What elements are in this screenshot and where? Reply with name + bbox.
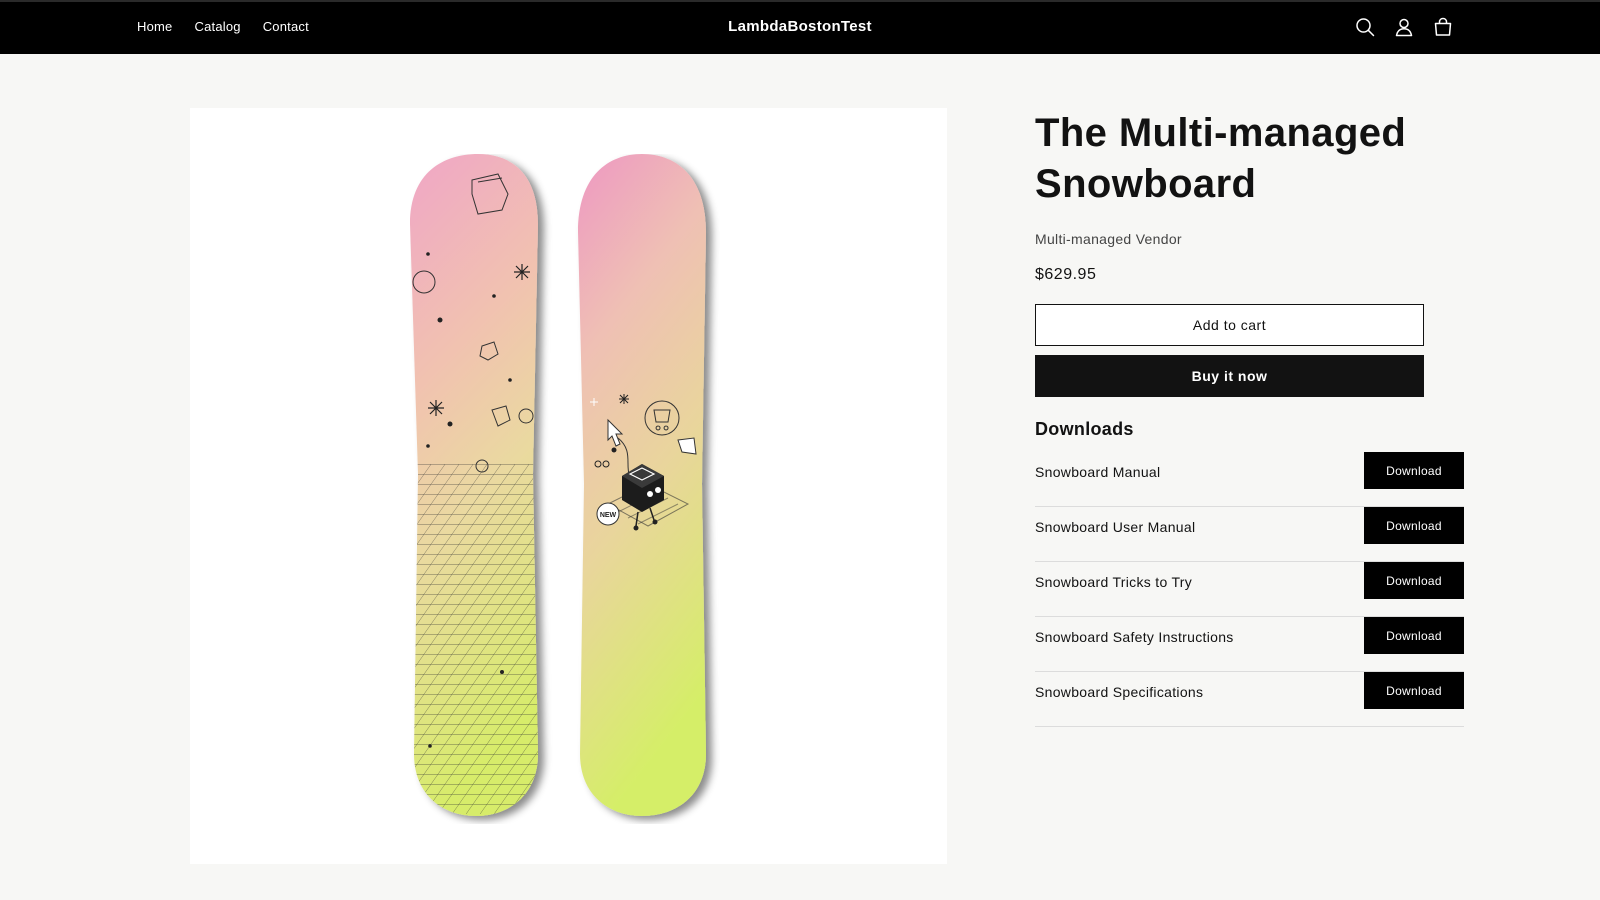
add-to-cart-button[interactable]: Add to cart <box>1035 304 1424 346</box>
nav-home-link[interactable]: Home <box>137 19 172 34</box>
product-price: $629.95 <box>1035 266 1097 283</box>
cart-icon[interactable] <box>1432 16 1454 38</box>
download-row: Snowboard User Manual Download <box>1035 507 1464 562</box>
new-badge-illustration: NEW <box>596 502 620 526</box>
site-header: Home Catalog Contact LambdaBostonTest <box>0 0 1600 54</box>
main-nav: Home Catalog Contact <box>137 19 309 34</box>
download-row: Snowboard Safety Instructions Download <box>1035 617 1464 672</box>
download-row: Snowboard Tricks to Try Download <box>1035 562 1464 617</box>
download-button[interactable]: Download <box>1364 507 1464 544</box>
download-item-name: Snowboard Manual <box>1035 464 1161 480</box>
search-icon[interactable] <box>1354 16 1376 38</box>
download-row: Snowboard Specifications Download <box>1035 672 1464 727</box>
buy-it-now-button[interactable]: Buy it now <box>1035 355 1424 397</box>
nav-catalog-link[interactable]: Catalog <box>194 19 240 34</box>
product-info: The Multi-managed Snowboard Multi-manage… <box>1035 108 1465 727</box>
download-item-name: Snowboard Tricks to Try <box>1035 574 1193 590</box>
svg-text:NEW: NEW <box>600 512 617 519</box>
nav-contact-link[interactable]: Contact <box>263 19 309 34</box>
snowboard-right: NEW <box>578 154 706 816</box>
snowboard-left <box>410 154 538 816</box>
download-item-name: Snowboard Safety Instructions <box>1035 629 1234 645</box>
store-brand-link[interactable]: LambdaBostonTest <box>728 18 872 35</box>
header-actions <box>1354 16 1454 38</box>
product-title: The Multi-managed Snowboard <box>1035 111 1407 206</box>
downloads-list: Snowboard Manual Download Snowboard User… <box>1035 452 1464 727</box>
download-item-name: Snowboard Specifications <box>1035 684 1204 700</box>
download-button[interactable]: Download <box>1364 672 1464 709</box>
downloads-heading: Downloads <box>1035 419 1134 439</box>
download-item-name: Snowboard User Manual <box>1035 519 1196 535</box>
download-button[interactable]: Download <box>1364 562 1464 599</box>
download-button[interactable]: Download <box>1364 452 1464 489</box>
download-row: Snowboard Manual Download <box>1035 452 1464 507</box>
download-button[interactable]: Download <box>1364 617 1464 654</box>
account-icon[interactable] <box>1393 16 1415 38</box>
snowboard-product-image: NEW <box>410 154 706 816</box>
product-vendor: Multi-managed Vendor <box>1035 231 1182 247</box>
product-image-frame[interactable]: NEW <box>190 108 947 864</box>
